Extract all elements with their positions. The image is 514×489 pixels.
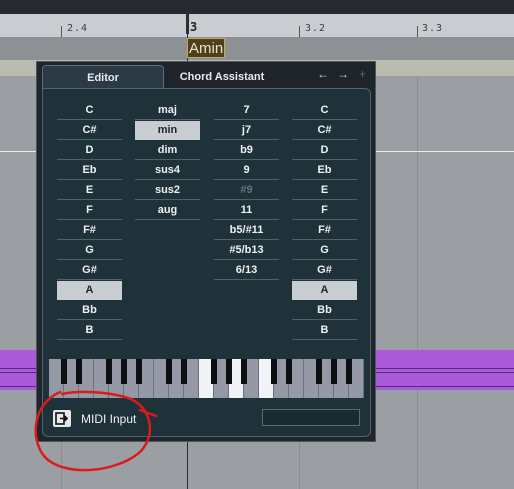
root-note-option[interactable]: F bbox=[57, 201, 122, 220]
bass-note-option[interactable]: Bb bbox=[292, 301, 357, 320]
bass-note-option[interactable]: C bbox=[292, 101, 357, 120]
root-note-option[interactable]: E bbox=[57, 181, 122, 200]
root-note-option[interactable]: B bbox=[57, 321, 122, 340]
tab-editor[interactable]: Editor bbox=[42, 65, 164, 90]
chord-track bbox=[0, 38, 514, 60]
midi-input-button[interactable] bbox=[53, 410, 71, 427]
ruler-mark: 2.4 bbox=[67, 23, 89, 34]
bass-note-option[interactable]: C# bbox=[292, 121, 357, 140]
tension-option[interactable]: 7 bbox=[214, 101, 279, 120]
chord-type-option[interactable]: min bbox=[135, 121, 200, 140]
root-note-option[interactable]: G# bbox=[57, 261, 122, 280]
root-note-column: C C# D Eb E F F# G G# A Bb B bbox=[57, 101, 122, 341]
chord-editor-panel: Editor Chord Assistant ← → + C C# D Eb E F F# G… bbox=[36, 61, 376, 442]
bass-note-option[interactable]: A bbox=[292, 281, 357, 300]
ruler-mark: 3.3 bbox=[422, 23, 444, 34]
chord-type-column: maj min dim sus4 sus2 aug bbox=[135, 101, 200, 221]
piano-black-key bbox=[76, 359, 82, 384]
chord-event-label[interactable]: Amin bbox=[187, 38, 225, 58]
tension-option[interactable]: 11 bbox=[214, 201, 279, 220]
tension-option[interactable]: 9 bbox=[214, 161, 279, 180]
ruler-tick bbox=[61, 26, 62, 37]
root-note-option[interactable]: C bbox=[57, 101, 122, 120]
tension-option[interactable]: 6/13 bbox=[214, 261, 279, 280]
piano-black-key bbox=[271, 359, 277, 384]
forward-arrow-icon[interactable]: → bbox=[337, 67, 349, 81]
midi-input-icon bbox=[55, 412, 69, 425]
tension-option[interactable]: #9 bbox=[214, 181, 279, 200]
piano-black-key bbox=[61, 359, 67, 384]
bass-note-option[interactable]: G bbox=[292, 241, 357, 260]
root-note-option[interactable]: D bbox=[57, 141, 122, 160]
tension-option[interactable]: #5/b13 bbox=[214, 241, 279, 260]
root-note-option[interactable]: C# bbox=[57, 121, 122, 140]
piano-black-key bbox=[136, 359, 142, 384]
grid-line bbox=[417, 76, 418, 489]
piano-black-key bbox=[346, 359, 352, 384]
bass-note-option[interactable]: Eb bbox=[292, 161, 357, 180]
piano-black-key bbox=[166, 359, 172, 384]
piano-black-key bbox=[241, 359, 247, 384]
bass-note-option[interactable]: F# bbox=[292, 221, 357, 240]
piano-black-key bbox=[286, 359, 292, 384]
root-note-option[interactable]: Bb bbox=[57, 301, 122, 320]
bass-note-option[interactable]: D bbox=[292, 141, 357, 160]
cursor-handle[interactable] bbox=[186, 12, 189, 34]
keyboard-display bbox=[49, 359, 364, 398]
ruler-tick bbox=[299, 26, 300, 37]
tension-option[interactable]: j7 bbox=[214, 121, 279, 140]
root-note-option[interactable]: Eb bbox=[57, 161, 122, 180]
piano-black-key bbox=[211, 359, 217, 384]
midi-input-label: MIDI Input bbox=[81, 412, 137, 426]
editor-content: C C# D Eb E F F# G G# A Bb B maj min dim sus4 sus2 aug 7… bbox=[42, 88, 371, 437]
chord-type-option[interactable]: aug bbox=[135, 201, 200, 220]
add-icon[interactable]: + bbox=[359, 67, 366, 81]
piano-black-key bbox=[226, 359, 232, 384]
chord-type-option[interactable]: dim bbox=[135, 141, 200, 160]
piano-black-key bbox=[106, 359, 112, 384]
bass-note-option[interactable]: E bbox=[292, 181, 357, 200]
tension-option[interactable]: b9 bbox=[214, 141, 279, 160]
timeline-ruler[interactable]: 2.4 3 3.2 3.3 bbox=[0, 14, 514, 38]
piano-black-key bbox=[316, 359, 322, 384]
midi-input-field[interactable] bbox=[262, 409, 360, 426]
tension-option[interactable]: b5/#11 bbox=[214, 221, 279, 240]
bass-note-option[interactable]: F bbox=[292, 201, 357, 220]
root-note-option[interactable]: G bbox=[57, 241, 122, 260]
tab-chord-assistant[interactable]: Chord Assistant bbox=[167, 65, 277, 89]
root-note-option[interactable]: A bbox=[57, 281, 122, 300]
chord-type-option[interactable]: sus4 bbox=[135, 161, 200, 180]
bass-note-option[interactable]: B bbox=[292, 321, 357, 340]
bass-note-option[interactable]: G# bbox=[292, 261, 357, 280]
ruler-mark: 3.2 bbox=[305, 23, 327, 34]
piano-black-key bbox=[121, 359, 127, 384]
piano-black-key bbox=[331, 359, 337, 384]
top-bar bbox=[0, 0, 514, 14]
chord-type-option[interactable]: maj bbox=[135, 101, 200, 120]
ruler-mark: 3 bbox=[190, 20, 199, 34]
bass-note-column: C C# D Eb E F F# G G# A Bb B bbox=[292, 101, 357, 341]
piano-black-key bbox=[181, 359, 187, 384]
root-note-option[interactable]: F# bbox=[57, 221, 122, 240]
back-arrow-icon[interactable]: ← bbox=[317, 67, 329, 81]
ruler-tick bbox=[417, 26, 418, 37]
chord-type-option[interactable]: sus2 bbox=[135, 181, 200, 200]
tension-column: 7 j7 b9 9 #9 11 b5/#11 #5/b13 6/13 bbox=[214, 101, 279, 281]
